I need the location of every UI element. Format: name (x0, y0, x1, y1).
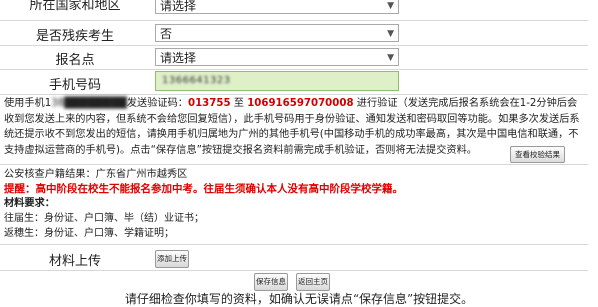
phone-input[interactable]: 1366641323 (155, 71, 399, 91)
country-select[interactable]: 请选择 ▼ (155, 0, 399, 14)
divider (0, 244, 588, 245)
registration-point-select-value: 请选择 (160, 51, 197, 65)
past-graduate-docs: 往届生：身份证、户口簿、毕（结）业证书； (4, 213, 204, 224)
notice-prefix: 使用手机1 (4, 98, 52, 109)
back-home-button[interactable]: 返回主页 (296, 273, 330, 291)
country-row: 所在国家和地区 请选择 ▼ (0, 0, 588, 21)
registration-point-label: 报名点 (55, 53, 95, 68)
chevron-down-icon: ▼ (387, 29, 394, 39)
divider (0, 270, 588, 271)
divider (0, 164, 588, 165)
save-button[interactable]: 保存信息 (254, 273, 288, 291)
phone-input-value: 1366641323 (162, 75, 231, 86)
returnee-docs: 返穗生：身份证、户口簿、学籍证明； (4, 228, 174, 239)
warning-text: 提醒：高中阶段在校生不能报名参加中考。往届生须确认本人没有高中阶段学校学籍。 (4, 183, 403, 195)
sms-verification-notice: 使用手机138████████发送验证码：013755 至 1069165970… (4, 96, 584, 158)
country-label: 所在国家和地区 (29, 0, 121, 13)
notice-mid: 发送验证码： (126, 98, 188, 109)
sms-target-number: 106916597070008 (247, 98, 354, 109)
chevron-down-icon: ▼ (387, 1, 394, 11)
materials-title: 材料要求： (4, 198, 55, 209)
verification-code: 013755 (188, 98, 231, 109)
notice-masked-phone: 38████████ (51, 98, 127, 109)
hukou-result: 公安核查户籍结果：广东省广州市越秀区 (4, 169, 188, 180)
country-select-value: 请选择 (160, 0, 197, 13)
phone-row: 手机号码 1366641323 (0, 69, 588, 95)
upload-label: 材料上传 (48, 254, 101, 269)
disabled-label: 是否残疾考生 (35, 29, 114, 44)
notice-to: 至 (230, 98, 248, 109)
chevron-down-icon: ▼ (387, 53, 394, 63)
disabled-row: 是否残疾考生 否 ▼ (0, 20, 588, 46)
registration-point-select[interactable]: 请选择 ▼ (155, 48, 399, 66)
phone-label: 手机号码 (48, 78, 101, 93)
footer-instruction: 请仔细检查你填写的资料，如确认无误请点“保存信息”按钮提交。 (124, 292, 474, 306)
disabled-select[interactable]: 否 ▼ (155, 24, 399, 42)
check-result-button[interactable]: 查看校验结果 (510, 146, 565, 163)
registration-point-row: 报名点 请选择 ▼ (0, 45, 588, 70)
add-upload-button[interactable]: 添加上传 (155, 250, 189, 268)
disabled-select-value: 否 (160, 27, 173, 41)
